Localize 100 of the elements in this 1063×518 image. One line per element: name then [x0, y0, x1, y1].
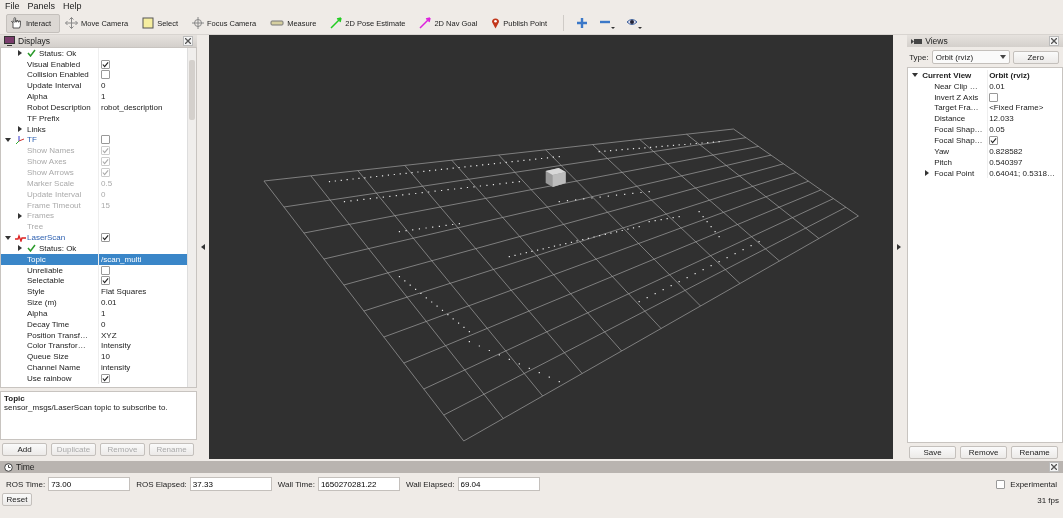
dropdown-arrow-icon	[999, 55, 1006, 59]
panel-button[interactable]: Remove	[960, 446, 1008, 459]
time-field[interactable]: 1650270281.22	[317, 477, 400, 491]
monitor-icon	[4, 35, 15, 46]
tree-row[interactable]: Yaw 0.828582	[908, 145, 1062, 157]
tree-row[interactable]: Channel Name intensity	[1, 362, 187, 374]
tree-row[interactable]: Style Flat Squares	[1, 286, 187, 298]
tree-row[interactable]: LaserScan	[1, 232, 187, 243]
tree-row[interactable]: Near Clip … 0.01	[908, 80, 1062, 92]
type-dropdown[interactable]: Orbit (rviz)	[931, 50, 1010, 64]
tree-row[interactable]: Current View Orbit (rviz)	[908, 70, 1062, 81]
panel-title: Displays	[18, 35, 52, 46]
menu-item[interactable]: Panels	[27, 1, 56, 11]
tree-row[interactable]: Decay Time 0	[1, 318, 187, 330]
tree-row[interactable]: Collision Enabled	[1, 69, 187, 81]
time-field[interactable]: 73.00	[48, 477, 131, 491]
checkbox[interactable]	[989, 92, 999, 102]
eye-icon[interactable]	[626, 16, 643, 30]
crosshair-icon	[192, 17, 204, 29]
add-icon[interactable]	[576, 17, 589, 29]
property-value: <Fixed Frame>	[989, 103, 1044, 113]
checkbox[interactable]	[101, 70, 110, 80]
property-name: Show Axes	[27, 157, 67, 167]
collapse-arrow-icon[interactable]	[5, 136, 11, 143]
tree-row[interactable]: Alpha 1	[1, 91, 187, 102]
property-name: Use rainbow	[27, 374, 72, 383]
panel-button[interactable]: Save	[909, 446, 957, 459]
menu-item[interactable]: Help	[63, 1, 82, 11]
tree-row[interactable]: Focal Shap…	[908, 135, 1062, 146]
tree-row[interactable]: Pitch 0.540397	[908, 156, 1062, 168]
close-button[interactable]	[1049, 36, 1059, 46]
close-button[interactable]	[182, 35, 193, 46]
property-name: Focal Point	[934, 168, 975, 178]
tree-row[interactable]: Color Transfor… Intensity	[1, 340, 187, 352]
hand-icon	[10, 17, 23, 29]
property-name: Size (m)	[27, 298, 57, 308]
property-name: Update Interval	[27, 189, 82, 199]
expand-arrow-icon[interactable]	[17, 50, 23, 57]
scrollbar[interactable]	[186, 47, 196, 387]
tree-row[interactable]: Distance 12.033	[908, 113, 1062, 125]
checkbox[interactable]	[101, 265, 110, 275]
tree-row[interactable]: Position Transf… XYZ	[1, 329, 187, 341]
time-field[interactable]: 37.33	[189, 477, 272, 491]
reset-button[interactable]: Reset	[2, 493, 32, 506]
expand-arrow-icon[interactable]	[924, 170, 931, 176]
collapse-arrow-icon[interactable]	[912, 72, 919, 79]
property-name: Invert Z Axis	[934, 92, 979, 102]
tree-row[interactable]: Focal Point 0.64041; 0.5318…	[908, 167, 1062, 179]
collapse-arrow-icon[interactable]	[5, 234, 11, 241]
tree-row[interactable]: Status: Ok	[1, 47, 187, 59]
tree-row[interactable]: Size (m) 0.01	[1, 297, 187, 308]
property-name: Alpha	[27, 92, 48, 102]
fps-counter: 31 fps	[1037, 495, 1059, 505]
checkbox[interactable]	[101, 276, 110, 286]
checkbox[interactable]	[101, 59, 110, 69]
panel-button[interactable]: Add	[2, 443, 47, 456]
checkbox[interactable]	[101, 374, 110, 383]
tree-row[interactable]: Alpha 1	[1, 308, 187, 319]
tree-row[interactable]: Topic /scan_multi	[1, 253, 187, 265]
tree-row[interactable]: Status: Ok	[1, 242, 187, 254]
checkbox[interactable]	[101, 135, 110, 145]
property-name: Show Names	[27, 146, 75, 156]
tree-row[interactable]: Invert Z Axis	[908, 91, 1062, 103]
property-value: Orbit (rviz)	[989, 70, 1030, 80]
tree-row[interactable]: Use rainbow	[1, 373, 187, 384]
tree-row[interactable]: Visual Enabled	[1, 58, 187, 70]
tree-row[interactable]: Focal Shap… 0.05	[908, 124, 1062, 136]
property-name: Links	[27, 124, 46, 134]
laser-scan-icon	[15, 233, 26, 242]
checkbox-label: Experimental	[1010, 479, 1057, 489]
property-value: 0.64041; 0.5318…	[989, 168, 1055, 178]
tree-row[interactable]: Selectable	[1, 275, 187, 287]
tree-row[interactable]: TF Prefix	[1, 112, 187, 124]
property-name: Frame Timeout	[27, 200, 81, 210]
close-button[interactable]	[1049, 462, 1059, 472]
property-value: 0.828582	[989, 146, 1023, 156]
tree-row[interactable]: Unreliable	[1, 264, 187, 276]
tree-row[interactable]: Robot Description robot_description	[1, 102, 187, 113]
checkbox[interactable]	[996, 479, 1006, 489]
tree-row[interactable]: TF	[1, 134, 187, 146]
camera-icon	[911, 37, 923, 45]
expand-arrow-icon[interactable]	[17, 245, 23, 252]
panel-button[interactable]: Rename	[1011, 446, 1059, 459]
property-name: Pitch	[934, 157, 952, 167]
zero-button[interactable]: Zero	[1012, 50, 1059, 64]
checkbox[interactable]	[989, 136, 999, 145]
property-value: 0	[101, 81, 106, 91]
checkbox[interactable]	[101, 233, 110, 243]
tree-row[interactable]: Update Interval 0	[1, 80, 187, 92]
select-icon	[142, 17, 155, 29]
time-field[interactable]: 69.04	[457, 477, 540, 491]
menu-item[interactable]: File	[5, 1, 20, 11]
expand-arrow-icon[interactable]	[17, 126, 23, 133]
property-name: Topic	[27, 254, 46, 264]
property-value: 0.540397	[989, 157, 1023, 167]
panel-title: Time	[16, 462, 36, 472]
property-value: 0.01	[989, 81, 1005, 91]
tree-row[interactable]: Queue Size 10	[1, 351, 187, 363]
tree-row[interactable]: Target Fra… <Fixed Frame>	[908, 102, 1062, 114]
tree-row[interactable]: Links	[1, 123, 187, 135]
